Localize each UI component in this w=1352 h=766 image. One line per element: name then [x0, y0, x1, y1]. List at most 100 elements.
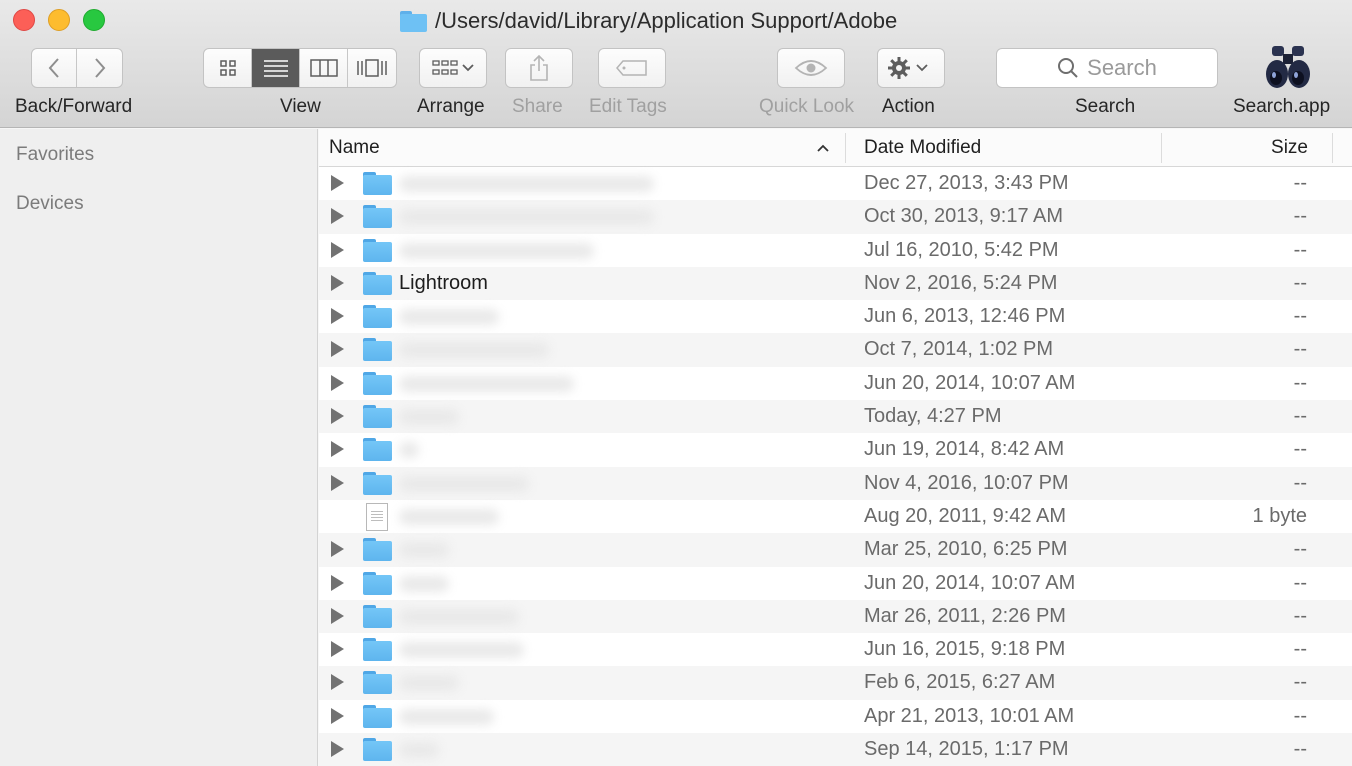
table-row[interactable]: Mar 26, 2011, 2:26 PM --: [319, 599, 1352, 634]
disclosure-triangle-icon[interactable]: [331, 607, 344, 624]
disclosure-triangle-icon[interactable]: [331, 707, 344, 724]
table-row[interactable]: Sep 14, 2015, 1:17 PM --: [319, 733, 1352, 766]
table-row[interactable]: Today, 4:27 PM --: [319, 400, 1352, 434]
table-row[interactable]: Lightroom Nov 2, 2016, 5:24 PM --: [319, 266, 1352, 301]
file-size: --: [1293, 671, 1307, 694]
file-size: --: [1293, 205, 1307, 228]
disclosure-triangle-icon[interactable]: [331, 175, 344, 191]
forward-button[interactable]: [77, 49, 122, 87]
search-placeholder: Search: [1087, 55, 1157, 80]
sidebar-section-favorites[interactable]: Favorites: [16, 144, 94, 166]
disclosure-triangle-icon[interactable]: [331, 541, 344, 558]
search-app-button[interactable]: [1264, 44, 1312, 95]
redacted-file-name: [399, 508, 499, 525]
table-row[interactable]: Feb 6, 2015, 6:27 AM --: [319, 666, 1352, 700]
toolbar: /Users/david/Library/Application Support…: [0, 0, 1352, 128]
window-title: /Users/david/Library/Application Support…: [400, 6, 897, 36]
sidebar-section-devices[interactable]: Devices: [16, 193, 84, 215]
file-size: 1 byte: [1252, 504, 1307, 527]
sidebar: Favorites Devices: [0, 129, 318, 766]
disclosure-triangle-icon[interactable]: [331, 274, 344, 291]
folder-icon: [363, 738, 392, 762]
table-row[interactable]: Jun 6, 2013, 12:46 PM --: [319, 300, 1352, 333]
close-window-button[interactable]: [13, 9, 35, 31]
arrange-button[interactable]: [419, 48, 487, 88]
folder-icon: [363, 671, 392, 695]
redacted-file-name: [399, 242, 594, 259]
disclosure-triangle-icon[interactable]: [331, 408, 344, 425]
date-column-header[interactable]: Date Modified: [864, 129, 1154, 167]
table-row[interactable]: Mar 25, 2010, 6:25 PM --: [319, 533, 1352, 567]
column-view-button[interactable]: [300, 49, 348, 87]
table-row[interactable]: Jun 16, 2015, 9:18 PM --: [319, 633, 1352, 666]
table-row[interactable]: Nov 4, 2016, 10:07 PM --: [319, 466, 1352, 500]
disclosure-triangle-icon[interactable]: [331, 574, 344, 591]
size-column-header[interactable]: Size: [1164, 129, 1308, 167]
table-row[interactable]: Oct 30, 2013, 9:17 AM --: [319, 200, 1352, 234]
redacted-file-name: [399, 608, 519, 625]
arrange-label: Arrange: [417, 96, 485, 117]
back-forward-label: Back/Forward: [15, 96, 133, 117]
disclosure-triangle-icon[interactable]: [331, 208, 344, 225]
redacted-file-name: [399, 375, 574, 392]
folder-icon: [363, 371, 392, 395]
table-row[interactable]: Oct 7, 2014, 1:02 PM --: [319, 333, 1352, 367]
folder-icon: [363, 571, 392, 595]
name-column-header[interactable]: Name: [329, 129, 839, 167]
quick-look-button[interactable]: [777, 48, 845, 88]
action-button[interactable]: [877, 48, 945, 88]
disclosure-triangle-icon[interactable]: [331, 374, 344, 391]
table-row[interactable]: Apr 21, 2013, 10:01 AM --: [319, 700, 1352, 733]
back-forward-control: [31, 48, 123, 88]
search-input[interactable]: Search: [996, 48, 1218, 88]
table-row[interactable]: Jun 20, 2014, 10:07 AM --: [319, 367, 1352, 400]
back-button[interactable]: [32, 49, 77, 87]
disclosure-triangle-icon[interactable]: [331, 441, 344, 458]
disclosure-triangle-icon[interactable]: [331, 474, 344, 491]
disclosure-triangle-icon[interactable]: [331, 341, 344, 358]
share-button[interactable]: [505, 48, 573, 88]
chevron-right-icon: [94, 58, 105, 78]
table-row[interactable]: Jun 19, 2014, 8:42 AM --: [319, 433, 1352, 466]
share-label: Share: [512, 96, 563, 117]
date-modified: Today, 4:27 PM: [864, 405, 1002, 428]
binoculars-icon: [1266, 46, 1310, 88]
eye-icon: [794, 60, 828, 76]
minimize-window-button[interactable]: [48, 9, 70, 31]
file-size: --: [1293, 704, 1307, 727]
file-size: --: [1293, 305, 1307, 328]
search-icon: [1058, 58, 1078, 78]
chevron-left-icon: [48, 58, 59, 78]
file-size: --: [1293, 638, 1307, 661]
file-size: --: [1293, 371, 1307, 394]
file-size: --: [1293, 738, 1307, 761]
file-size: --: [1293, 172, 1307, 194]
redacted-file-name: [399, 309, 499, 326]
disclosure-triangle-icon[interactable]: [331, 641, 344, 658]
redacted-file-name: [399, 708, 494, 725]
edit-tags-button[interactable]: [598, 48, 666, 88]
table-row[interactable]: Dec 27, 2013, 3:43 PM --: [319, 167, 1352, 200]
table-row[interactable]: Jun 20, 2014, 10:07 AM --: [319, 567, 1352, 600]
disclosure-triangle-icon[interactable]: [331, 308, 344, 325]
list-view-button[interactable]: [252, 49, 300, 87]
icon-view-button[interactable]: [204, 49, 252, 87]
search-app-label: Search.app: [1233, 96, 1331, 117]
date-modified: Aug 20, 2011, 9:42 AM: [864, 504, 1067, 527]
file-size: --: [1293, 405, 1307, 428]
file-name: Lightroom: [399, 271, 488, 294]
date-modified: Nov 2, 2016, 5:24 PM: [864, 271, 1058, 294]
disclosure-triangle-icon[interactable]: [331, 741, 344, 758]
zoom-window-button[interactable]: [83, 9, 105, 31]
disclosure-triangle-icon[interactable]: [331, 674, 344, 691]
finder-window: /Users/david/Library/Application Support…: [0, 0, 1352, 766]
date-column-label: Date Modified: [864, 137, 982, 158]
table-row[interactable]: Jul 16, 2010, 5:42 PM --: [319, 234, 1352, 267]
folder-icon: [363, 704, 392, 728]
table-row[interactable]: Aug 20, 2011, 9:42 AM 1 byte: [319, 500, 1352, 533]
grid-icon: [219, 60, 236, 76]
disclosure-triangle-icon[interactable]: [331, 241, 344, 258]
redacted-file-name: [399, 642, 524, 659]
cover-flow-view-button[interactable]: [348, 49, 396, 87]
file-size: --: [1293, 604, 1307, 627]
